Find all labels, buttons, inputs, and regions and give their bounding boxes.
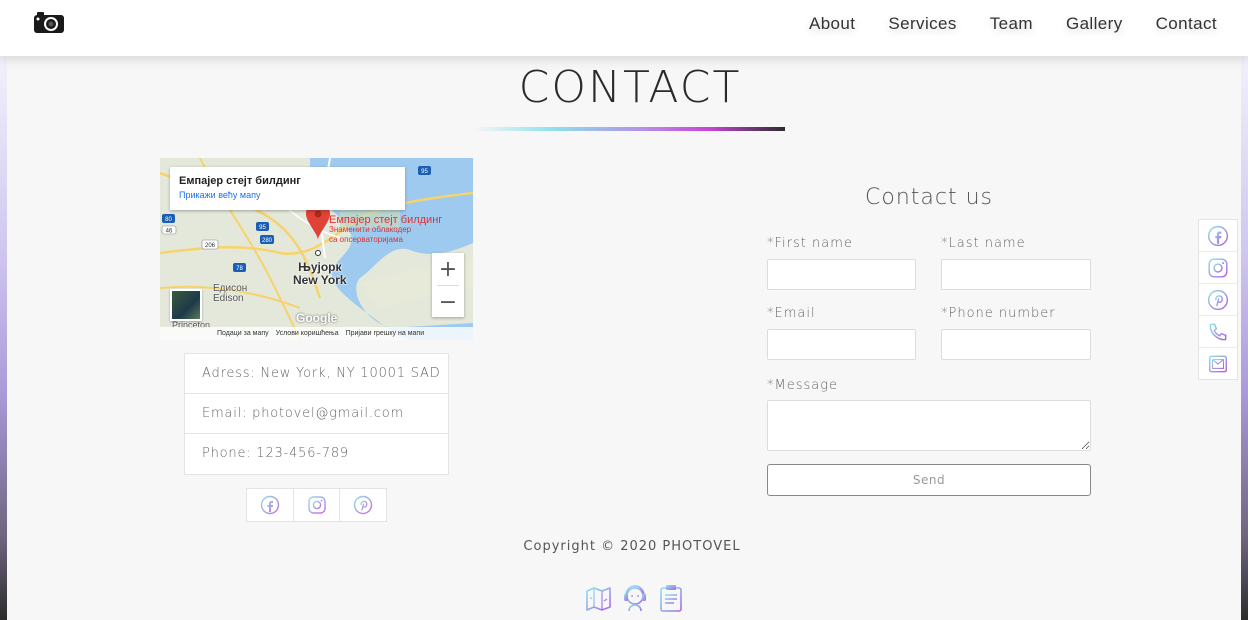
phone-icon[interactable] [1199,316,1237,348]
first-name-label: *First name [767,236,853,251]
page-title: CONTACT [518,62,742,113]
town-label: Едисон Edison [213,284,247,304]
copyright-text: Copyright © 2020 PHOTOVEL [523,539,741,554]
road-label: 95 [421,169,428,175]
camera-icon[interactable] [33,10,65,34]
city-label: Њујорк New York [293,261,347,287]
map-footer: Подаци за мапу Услови коришћења Пријави … [160,327,473,340]
satellite-toggle[interactable] [170,289,202,321]
nav-links: About Services Team Gallery Contact [776,14,1217,34]
right-gradient-border [1241,56,1248,620]
left-gradient-border [0,56,7,620]
message-label: *Message [767,378,839,393]
instagram-icon[interactable] [294,489,341,521]
road-label: 46 [166,229,173,235]
email-row: Email: photovel@gmail.com [185,394,448,434]
last-name-input[interactable] [941,259,1091,290]
support-agent-icon[interactable] [621,583,651,613]
send-button[interactable]: Send [767,464,1091,496]
embedded-map[interactable]: 46 206 80 78 280 95 95 Емпајер стејт бил… [160,158,473,340]
nav-services[interactable]: Services [888,14,956,34]
first-name-input[interactable] [767,259,916,290]
pinterest-icon[interactable] [340,489,386,521]
pinterest-icon[interactable] [1199,284,1237,316]
map-terms-link[interactable]: Услови коришћења [276,330,339,337]
map-icon[interactable] [585,583,615,613]
zoom-out-button[interactable]: − [432,286,464,318]
clipboard-icon[interactable] [657,583,687,613]
pin-desc-1: Знаменити облакодер [329,225,412,234]
address-row: Adress: New York, NY 10001 SAD [185,354,448,394]
road-label: 80 [165,217,172,223]
phone-input[interactable] [941,329,1091,360]
title-underline [477,127,785,131]
footer-icons [585,583,687,613]
city-name-latin: New York [293,273,347,287]
road-label: 78 [236,266,243,272]
road-label: 280 [262,238,273,244]
phone-row: Phone: 123-456-789 [202,446,350,461]
nav-about[interactable]: About [809,14,855,34]
pin-desc-2: са опсерваторијама [329,235,403,244]
last-name-label: *Last name [941,236,1026,251]
nav-contact[interactable]: Contact [1156,14,1217,34]
message-textarea[interactable] [767,400,1091,451]
map-pin-label: Емпајер стејт билдинг Знаменити облакоде… [329,215,469,245]
road-label: 95 [259,225,266,231]
map-place-title: Емпајер стејт билдинг [179,175,301,187]
instagram-icon[interactable] [1199,252,1237,284]
social-rail [1198,219,1238,380]
form-title: Contact us [865,185,993,210]
email-input[interactable] [767,329,916,360]
view-larger-map-link[interactable]: Прикажи већу мапу [179,190,396,200]
nav-gallery[interactable]: Gallery [1066,14,1123,34]
map-report-link[interactable]: Пријави грешку на мапи [346,330,425,337]
map-data-link[interactable]: Подаци за мапу [217,330,269,337]
town-name-latin: Edison [213,293,244,304]
google-logo: Google [296,311,338,325]
facebook-icon[interactable] [1199,220,1237,252]
map-place-card: Емпајер стејт билдинг Прикажи већу мапу [170,167,405,210]
road-label: 206 [205,243,216,249]
zoom-in-button[interactable]: + [432,253,464,285]
navbar: About Services Team Gallery Contact [0,0,1248,56]
nav-team[interactable]: Team [990,14,1033,34]
mail-icon[interactable] [1199,348,1237,379]
contact-info-list: Adress: New York, NY 10001 SAD Email: ph… [184,353,449,475]
phone-label: *Phone number [941,306,1056,321]
email-label: *Email [767,306,816,321]
facebook-icon[interactable] [247,489,294,521]
pin-name: Емпајер стејт билдинг [329,214,443,226]
zoom-controls: + − [432,253,464,317]
social-links-small [246,488,387,522]
